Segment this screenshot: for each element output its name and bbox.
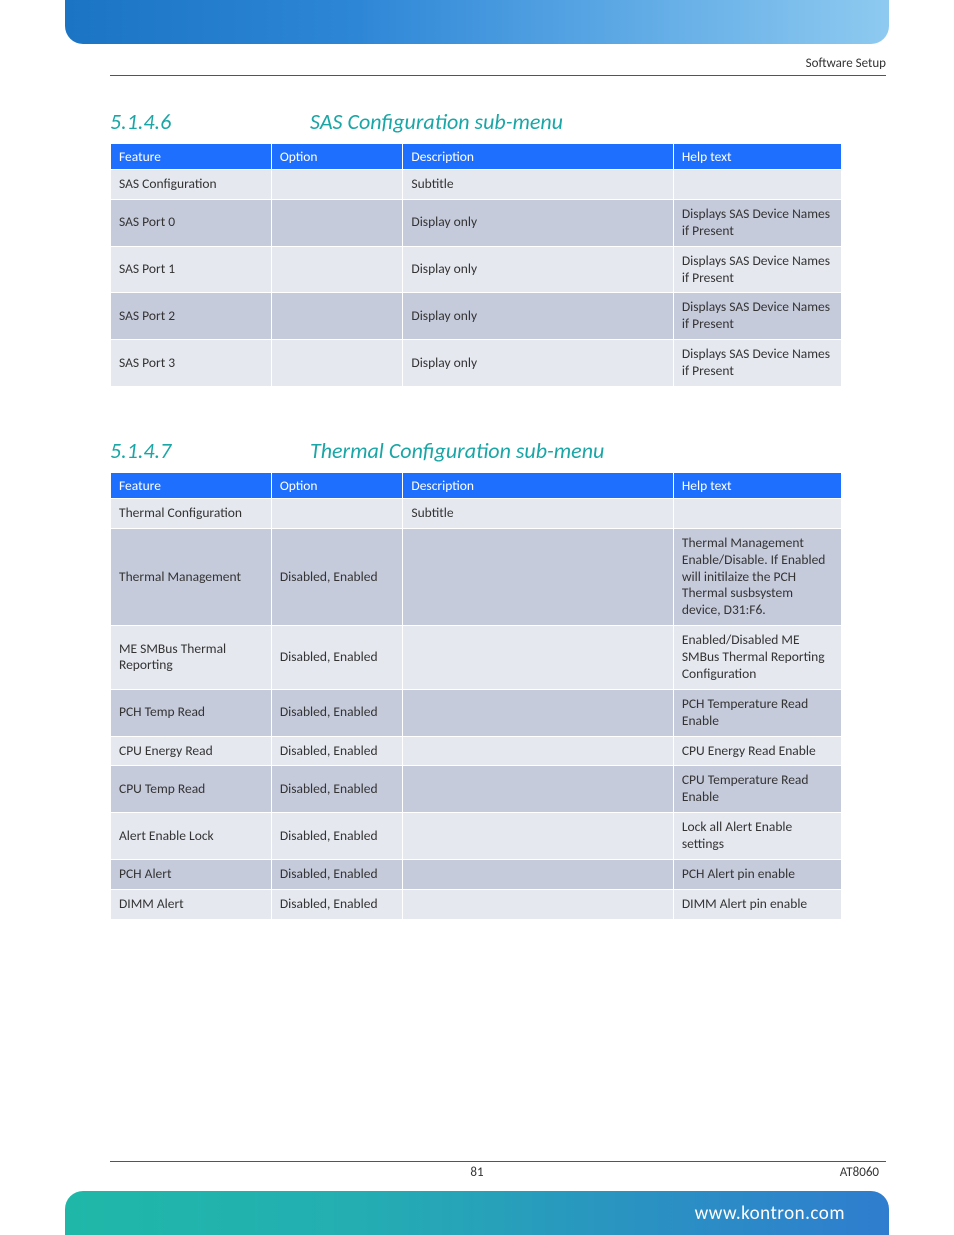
cell-option [271,199,403,246]
thermal-config-table: Feature Option Description Help text The… [110,472,842,920]
table-header-row: Feature Option Description Help text [111,472,842,498]
footer-url: www.kontron.com [695,1202,845,1225]
section-heading-thermal: 5.1.4.7 Thermal Configuration sub-menu [110,437,842,464]
cell-help: CPU Temperature Read Enable [673,766,841,813]
col-feature: Feature [111,472,272,498]
cell-description: Subtitle [403,170,673,200]
table-row: ME SMBus Thermal ReportingDisabled, Enab… [111,626,842,690]
table-row: SAS Port 2 Display onlyDisplays SAS Devic… [111,293,842,340]
cell-feature: SAS Port 0 [111,199,272,246]
cell-feature: Thermal Configuration [111,498,272,528]
table-row: SAS Port 0 Display onlyDisplays SAS Devic… [111,199,842,246]
cell-description: Display only [403,340,673,387]
col-help: Help text [673,144,841,170]
cell-option [271,498,403,528]
cell-help: Displays SAS Device Names if Present [673,340,841,387]
cell-option: Disabled, Enabled [271,859,403,889]
cell-feature: DIMM Alert [111,889,272,919]
cell-feature: SAS Port 3 [111,340,272,387]
cell-description [403,626,673,690]
table-row: DIMM AlertDisabled, Enabled DIMM Alert pi… [111,889,842,919]
cell-help [673,170,841,200]
cell-option: Disabled, Enabled [271,528,403,625]
cell-feature: Alert Enable Lock [111,813,272,860]
breadcrumb: Software Setup [806,56,886,71]
section-title: Thermal Configuration sub-menu [310,437,604,464]
cell-option: Disabled, Enabled [271,889,403,919]
cell-help: Thermal Management Enable/Disable. If En… [673,528,841,625]
table-row: SAS Configuration Subtitle [111,170,842,200]
cell-description: Display only [403,199,673,246]
col-option: Option [271,144,403,170]
section-number: 5.1.4.6 [110,108,240,135]
cell-option [271,170,403,200]
col-description: Description [403,144,673,170]
cell-help [673,498,841,528]
section-number: 5.1.4.7 [110,437,240,464]
sas-config-table: Feature Option Description Help text SAS… [110,143,842,387]
table-row: SAS Port 1 Display onlyDisplays SAS Devic… [111,246,842,293]
cell-description [403,766,673,813]
col-option: Option [271,472,403,498]
cell-feature: Thermal Management [111,528,272,625]
section-title: SAS Configuration sub-menu [310,108,563,135]
cell-feature: CPU Energy Read [111,736,272,766]
table-header-row: Feature Option Description Help text [111,144,842,170]
cell-feature: SAS Configuration [111,170,272,200]
cell-help: Displays SAS Device Names if Present [673,199,841,246]
table-row: PCH AlertDisabled, Enabled PCH Alert pin … [111,859,842,889]
page-number: 81 [0,1165,954,1180]
table-row: CPU Temp ReadDisabled, Enabled CPU Temper… [111,766,842,813]
cell-description [403,689,673,736]
cell-description [403,528,673,625]
cell-help: PCH Temperature Read Enable [673,689,841,736]
cell-feature: ME SMBus Thermal Reporting [111,626,272,690]
cell-description: Display only [403,293,673,340]
cell-help: Displays SAS Device Names if Present [673,293,841,340]
cell-description [403,736,673,766]
cell-option: Disabled, Enabled [271,736,403,766]
cell-description: Subtitle [403,498,673,528]
table-row: Alert Enable LockDisabled, Enabled Lock a… [111,813,842,860]
header-rule [110,75,886,76]
cell-option [271,246,403,293]
table-row: Thermal Configuration Subtitle [111,498,842,528]
cell-option [271,340,403,387]
cell-feature: PCH Alert [111,859,272,889]
cell-feature: PCH Temp Read [111,689,272,736]
cell-option: Disabled, Enabled [271,626,403,690]
cell-help: DIMM Alert pin enable [673,889,841,919]
footer-rule [110,1161,886,1162]
cell-feature: SAS Port 1 [111,246,272,293]
cell-help: Enabled/Disabled ME SMBus Thermal Report… [673,626,841,690]
cell-help: CPU Energy Read Enable [673,736,841,766]
cell-description: Display only [403,246,673,293]
cell-help: Lock all Alert Enable settings [673,813,841,860]
cell-option: Disabled, Enabled [271,813,403,860]
cell-feature: CPU Temp Read [111,766,272,813]
col-help: Help text [673,472,841,498]
cell-option [271,293,403,340]
cell-help: PCH Alert pin enable [673,859,841,889]
table-row: PCH Temp ReadDisabled, Enabled PCH Temper… [111,689,842,736]
cell-feature: SAS Port 2 [111,293,272,340]
footer-banner: www.kontron.com [65,1191,889,1235]
cell-description [403,889,673,919]
table-row: Thermal ManagementDisabled, Enabled Therm… [111,528,842,625]
cell-option: Disabled, Enabled [271,689,403,736]
cell-help: Displays SAS Device Names if Present [673,246,841,293]
header-banner [65,0,889,44]
cell-description [403,859,673,889]
cell-description [403,813,673,860]
col-feature: Feature [111,144,272,170]
section-heading-sas: 5.1.4.6 SAS Configuration sub-menu [110,108,842,135]
table-row: CPU Energy ReadDisabled, Enabled CPU Ener… [111,736,842,766]
table-row: SAS Port 3 Display onlyDisplays SAS Devic… [111,340,842,387]
content-area: 5.1.4.6 SAS Configuration sub-menu Featu… [110,98,842,920]
page: Software Setup 5.1.4.6 SAS Configuration… [0,0,954,1235]
col-description: Description [403,472,673,498]
model-label: AT8060 [840,1165,879,1180]
cell-option: Disabled, Enabled [271,766,403,813]
